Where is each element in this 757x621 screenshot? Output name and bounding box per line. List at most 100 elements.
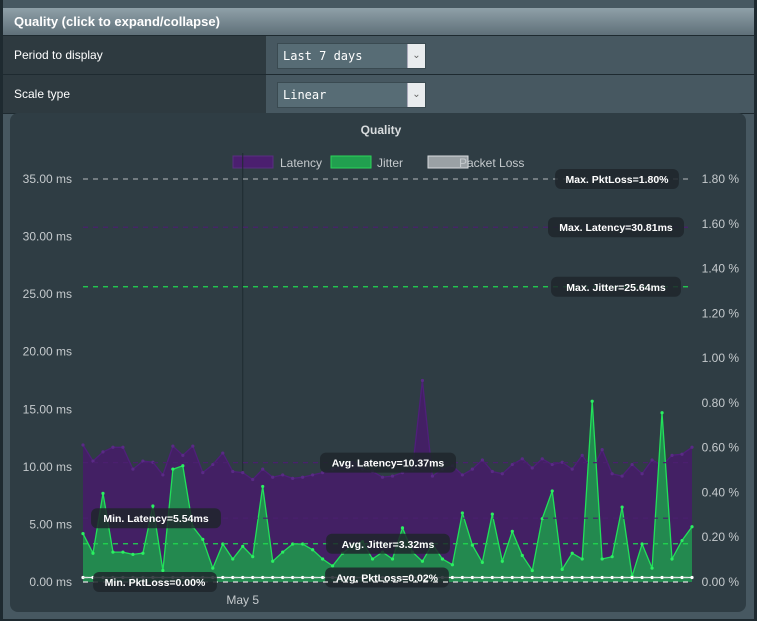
data-point xyxy=(420,559,425,563)
data-point xyxy=(540,457,544,461)
chart-container: Quality Latency Jitter Packet Loss 0.00 ms… xyxy=(10,113,746,612)
annotation-label: Max. Jitter=25.64ms xyxy=(566,282,666,294)
data-point xyxy=(171,444,175,448)
data-point xyxy=(111,550,115,554)
data-point xyxy=(311,548,315,552)
data-point xyxy=(141,551,145,555)
data-point xyxy=(390,557,395,561)
data-point xyxy=(101,450,105,454)
data-point xyxy=(221,451,225,455)
data-point xyxy=(241,471,245,475)
data-point xyxy=(211,462,215,467)
data-point xyxy=(81,443,85,447)
data-point xyxy=(660,411,664,415)
data-point xyxy=(131,552,135,556)
chevron-down-icon[interactable]: ⌄ xyxy=(407,44,425,68)
y-right-tick-label: 0.60 % xyxy=(702,441,740,455)
y-left-tick-label: 15.00 ms xyxy=(23,402,72,416)
y-right-tick-label: 1.20 % xyxy=(702,306,740,320)
data-point xyxy=(450,563,454,567)
legend-label: Packet Loss xyxy=(459,156,524,170)
data-point xyxy=(530,568,534,573)
data-point xyxy=(281,550,285,554)
data-point xyxy=(400,526,405,530)
data-point xyxy=(560,567,564,571)
data-point xyxy=(330,564,335,568)
data-point xyxy=(610,555,614,559)
y-right-tick-label: 1.60 % xyxy=(702,217,740,231)
data-point xyxy=(480,458,484,462)
data-point xyxy=(490,512,494,516)
data-point xyxy=(231,469,235,474)
data-point xyxy=(590,399,594,403)
y-right-tick-label: 0.40 % xyxy=(702,485,740,499)
data-point xyxy=(161,473,165,477)
data-point xyxy=(390,474,395,478)
y-left-tick-label: 0.00 ms xyxy=(29,575,72,589)
data-point xyxy=(580,453,584,457)
data-point xyxy=(510,529,514,533)
y-right-tick-label: 0.20 % xyxy=(702,530,740,544)
data-point xyxy=(490,469,494,474)
data-point xyxy=(241,544,245,548)
legend-label: Jitter xyxy=(377,156,403,170)
data-point xyxy=(380,475,385,479)
y-left-tick-label: 30.00 ms xyxy=(23,230,72,244)
data-point xyxy=(440,557,445,561)
data-point xyxy=(600,447,604,452)
scale-value: Linear xyxy=(283,88,327,102)
period-value: Last 7 days xyxy=(283,49,363,63)
data-point xyxy=(500,472,504,476)
data-point xyxy=(520,457,524,461)
annotation-label: Avg. Latency=10.37ms xyxy=(332,458,445,470)
data-point xyxy=(131,467,135,471)
data-point xyxy=(151,504,155,508)
data-point xyxy=(620,505,624,509)
data-point xyxy=(550,489,554,493)
quality-chart[interactable]: Quality Latency Jitter Packet Loss 0.00 ms… xyxy=(10,113,746,612)
scale-select[interactable]: Linear ⌄ xyxy=(277,82,426,108)
section-header[interactable]: Quality (click to expand/collapse) xyxy=(3,8,754,36)
data-point xyxy=(271,475,275,479)
chart-legend: Latency Jitter Packet Loss xyxy=(232,155,524,170)
section-title: Quality (click to expand/collapse) xyxy=(14,14,220,29)
data-point xyxy=(530,466,534,470)
data-point xyxy=(670,557,674,561)
data-point xyxy=(650,458,654,462)
data-point xyxy=(91,551,95,555)
data-point xyxy=(121,550,125,554)
y-left-tick-label: 35.00 ms xyxy=(23,172,72,186)
data-point xyxy=(201,537,205,541)
data-point xyxy=(101,491,105,495)
annotation-label: Avg. PktLoss=0.02% xyxy=(336,573,439,585)
period-select[interactable]: Last 7 days ⌄ xyxy=(277,43,426,69)
data-point xyxy=(470,467,474,471)
y-left-tick-label: 25.00 ms xyxy=(23,287,72,301)
data-point xyxy=(201,471,205,475)
annotation-label: Max. Latency=30.81ms xyxy=(559,222,673,234)
scale-label: Scale type xyxy=(14,87,71,101)
data-point xyxy=(420,378,425,383)
data-point xyxy=(81,532,85,536)
data-point xyxy=(301,475,305,479)
data-point xyxy=(181,453,185,457)
data-point xyxy=(261,484,265,489)
data-point xyxy=(690,525,694,529)
data-point xyxy=(430,474,435,478)
data-point xyxy=(231,557,235,561)
y-right-tick-label: 1.80 % xyxy=(702,172,740,186)
y-right-tick-label: 1.40 % xyxy=(702,262,740,276)
data-point xyxy=(620,474,624,478)
period-row: Period to display Last 7 days ⌄ xyxy=(3,36,754,75)
legend-swatch-latency xyxy=(232,155,274,169)
chevron-down-icon[interactable]: ⌄ xyxy=(407,83,425,107)
data-point xyxy=(460,473,464,477)
x-tick-label: May 5 xyxy=(226,593,259,607)
data-point xyxy=(570,551,574,555)
data-point xyxy=(520,553,524,558)
y-axis-right: 0.00 % 0.20 % 0.40 % 0.60 % 0.80 % 1.00 % 1.20… xyxy=(702,172,740,589)
data-point xyxy=(510,462,514,467)
data-point xyxy=(580,557,584,561)
annotation-label: Avg. Jitter=3.32ms xyxy=(342,539,435,551)
data-point xyxy=(570,467,574,471)
